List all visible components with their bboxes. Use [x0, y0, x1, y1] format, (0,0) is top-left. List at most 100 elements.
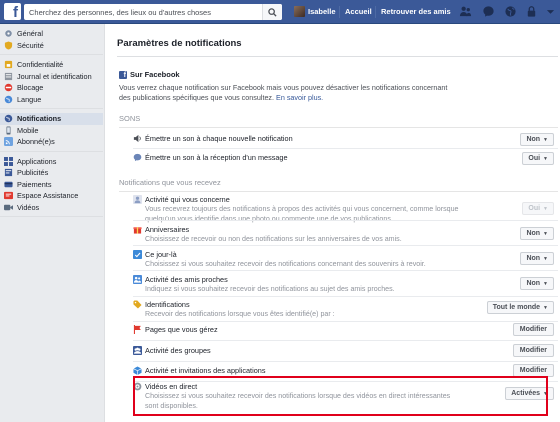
sidebar-item-timeline[interactable]: Journal et identification: [0, 71, 103, 83]
dropdown-value: Non: [526, 255, 541, 262]
sidebar-item-rss[interactable]: Abonné(e)s: [0, 136, 103, 148]
payment-icon: [4, 180, 13, 189]
chat-bubble-icon: [133, 153, 142, 162]
globe-notification-icon[interactable]: [504, 5, 517, 18]
timeline-icon: [4, 72, 13, 81]
chevron-down-icon: ▼: [543, 230, 548, 237]
close-friends-activity-dropdown[interactable]: Non ▼: [520, 277, 554, 290]
nav-divider: [339, 6, 340, 18]
learn-more-link[interactable]: En savoir plus.: [276, 93, 323, 102]
birthdays-setting-row: Anniversaires Choisissez de recevoir ou n…: [133, 225, 557, 245]
activity-about-you-setting-row: Activité qui vous concerne Vous recevrez …: [133, 195, 557, 223]
group-activity-edit-button[interactable]: Modifier: [512, 344, 554, 357]
sidebar-item-lock[interactable]: Confidentialité: [0, 59, 103, 71]
setting-title: Pages que vous gérez: [145, 325, 218, 334]
pages-you-manage-setting-row: Pages que vous gérez Modifier: [133, 323, 557, 345]
dropdown-value: Non: [526, 280, 541, 287]
divider: [133, 245, 558, 246]
flag-icon: [133, 325, 142, 334]
find-friends-link[interactable]: Retrouver des amis: [381, 7, 451, 16]
birthdays-dropdown[interactable]: Non ▼: [520, 227, 554, 240]
on-this-day-dropdown[interactable]: Non ▼: [520, 252, 554, 265]
gift-icon: [133, 225, 142, 234]
sidebar-item-label: Journal et identification: [17, 71, 92, 81]
globe-icon: [4, 95, 13, 104]
app-cube-icon: [133, 366, 142, 375]
dropdown-value: Oui: [528, 205, 541, 212]
sidebar-item-globe-notification[interactable]: Notifications: [0, 113, 103, 125]
divider: [133, 321, 558, 322]
sidebar-group: Applications Publicités Paiements Espace As…: [0, 152, 103, 217]
chevron-down-icon: ▼: [543, 304, 548, 311]
sidebar-item-help[interactable]: Espace Assistance: [0, 190, 103, 202]
setting-title: Ce jour-là: [145, 250, 177, 259]
search-box: [24, 4, 282, 20]
sidebar-item-globe[interactable]: Langue: [0, 94, 103, 106]
profile-link[interactable]: Isabelle: [308, 7, 336, 16]
chevron-down-icon: ▼: [543, 155, 548, 162]
message-sound-dropdown[interactable]: Oui ▼: [522, 152, 554, 165]
sidebar-group: Général Sécurité: [0, 24, 103, 55]
globe-notification-icon: [4, 114, 13, 123]
sidebar-item-block[interactable]: Blocage: [0, 82, 103, 94]
setting-description: Vous recevrez toujours des notifications…: [145, 205, 459, 223]
chevron-down-icon: ▼: [543, 280, 548, 287]
shield-icon: [4, 41, 13, 50]
tags-setting-row: Identifications Recevoir des notification…: [133, 300, 557, 320]
tags-dropdown[interactable]: Tout le monde ▼: [486, 301, 554, 314]
sidebar-item-label: Vidéos: [17, 202, 40, 212]
sidebar-item-label: Général: [17, 29, 43, 39]
friend-requests-icon[interactable]: [459, 5, 472, 18]
avatar[interactable]: [294, 6, 305, 17]
sidebar-item-mobile[interactable]: Mobile: [0, 125, 103, 137]
divider: [133, 148, 558, 149]
divider: [133, 296, 558, 297]
pages-you-manage-edit-button[interactable]: Modifier: [512, 323, 554, 336]
lock-icon[interactable]: [525, 5, 538, 18]
section-title: Sur Facebook: [130, 70, 180, 79]
rss-icon: [4, 137, 13, 147]
sidebar-item-label: Applications: [17, 156, 57, 166]
chevron-down-icon: ▼: [543, 255, 548, 262]
message-sound-setting-row: Émettre un son à la réception d'un messa…: [133, 152, 557, 173]
facebook-logo-icon: f: [119, 70, 127, 79]
new-notification-sound-dropdown[interactable]: Non ▼: [520, 133, 554, 146]
sidebar-item-label: Mobile: [17, 125, 39, 135]
divider: [117, 56, 558, 57]
sidebar-item-label: Sécurité: [17, 40, 44, 50]
sidebar-item-apps[interactable]: Applications: [0, 156, 103, 168]
on-this-day-setting-row: Ce jour-là Choisissez si vous souhaitez r…: [133, 250, 557, 270]
dropdown-value: Tout le monde: [492, 304, 541, 311]
block-icon: [4, 83, 13, 92]
sidebar-item-label: Notifications: [17, 114, 62, 124]
sidebar-item-label: Confidentialité: [17, 60, 64, 70]
sidebar-item-label: Abonné(e)s: [17, 137, 55, 147]
setting-description: Choisissez si vous souhaitez recevoir de…: [145, 260, 426, 268]
search-input[interactable]: [24, 4, 262, 20]
facebook-logo-icon[interactable]: f: [4, 3, 21, 20]
sidebar-group: Confidentialité Journal et identification…: [0, 55, 103, 109]
sidebar-group: Notifications Mobile Abonné(e)s: [0, 109, 103, 152]
sidebar-item-video[interactable]: Vidéos: [0, 202, 103, 214]
highlight-frame: [133, 376, 548, 416]
sidebar-item-label: Espace Assistance: [17, 191, 79, 201]
setting-title: Anniversaires: [145, 225, 190, 234]
setting-title: Activité qui vous concerne: [145, 195, 230, 204]
search-button[interactable]: [262, 4, 282, 20]
home-link[interactable]: Accueil: [345, 7, 372, 16]
group-activity-setting-row: Activité des groupes Modifier: [133, 344, 557, 366]
receive-header: Notifications que vous recevez: [119, 178, 221, 187]
ads-icon: [4, 168, 13, 177]
sidebar-item-payment[interactable]: Paiements: [0, 179, 103, 191]
setting-title: Émettre un son à la réception d'un messa…: [145, 153, 288, 162]
new-notification-sound-setting-row: Émettre un son à chaque nouvelle notific…: [133, 133, 557, 154]
gear-icon: [4, 29, 13, 38]
sidebar-item-gear[interactable]: Général: [0, 28, 103, 40]
messages-icon[interactable]: [482, 5, 495, 18]
sidebar-item-ads[interactable]: Publicités: [0, 167, 103, 179]
sidebar-item-label: Langue: [17, 94, 42, 104]
search-icon: [268, 7, 277, 17]
calendar-icon: [133, 250, 142, 259]
chevron-down-icon[interactable]: [546, 5, 555, 18]
sidebar-item-shield[interactable]: Sécurité: [0, 40, 103, 52]
